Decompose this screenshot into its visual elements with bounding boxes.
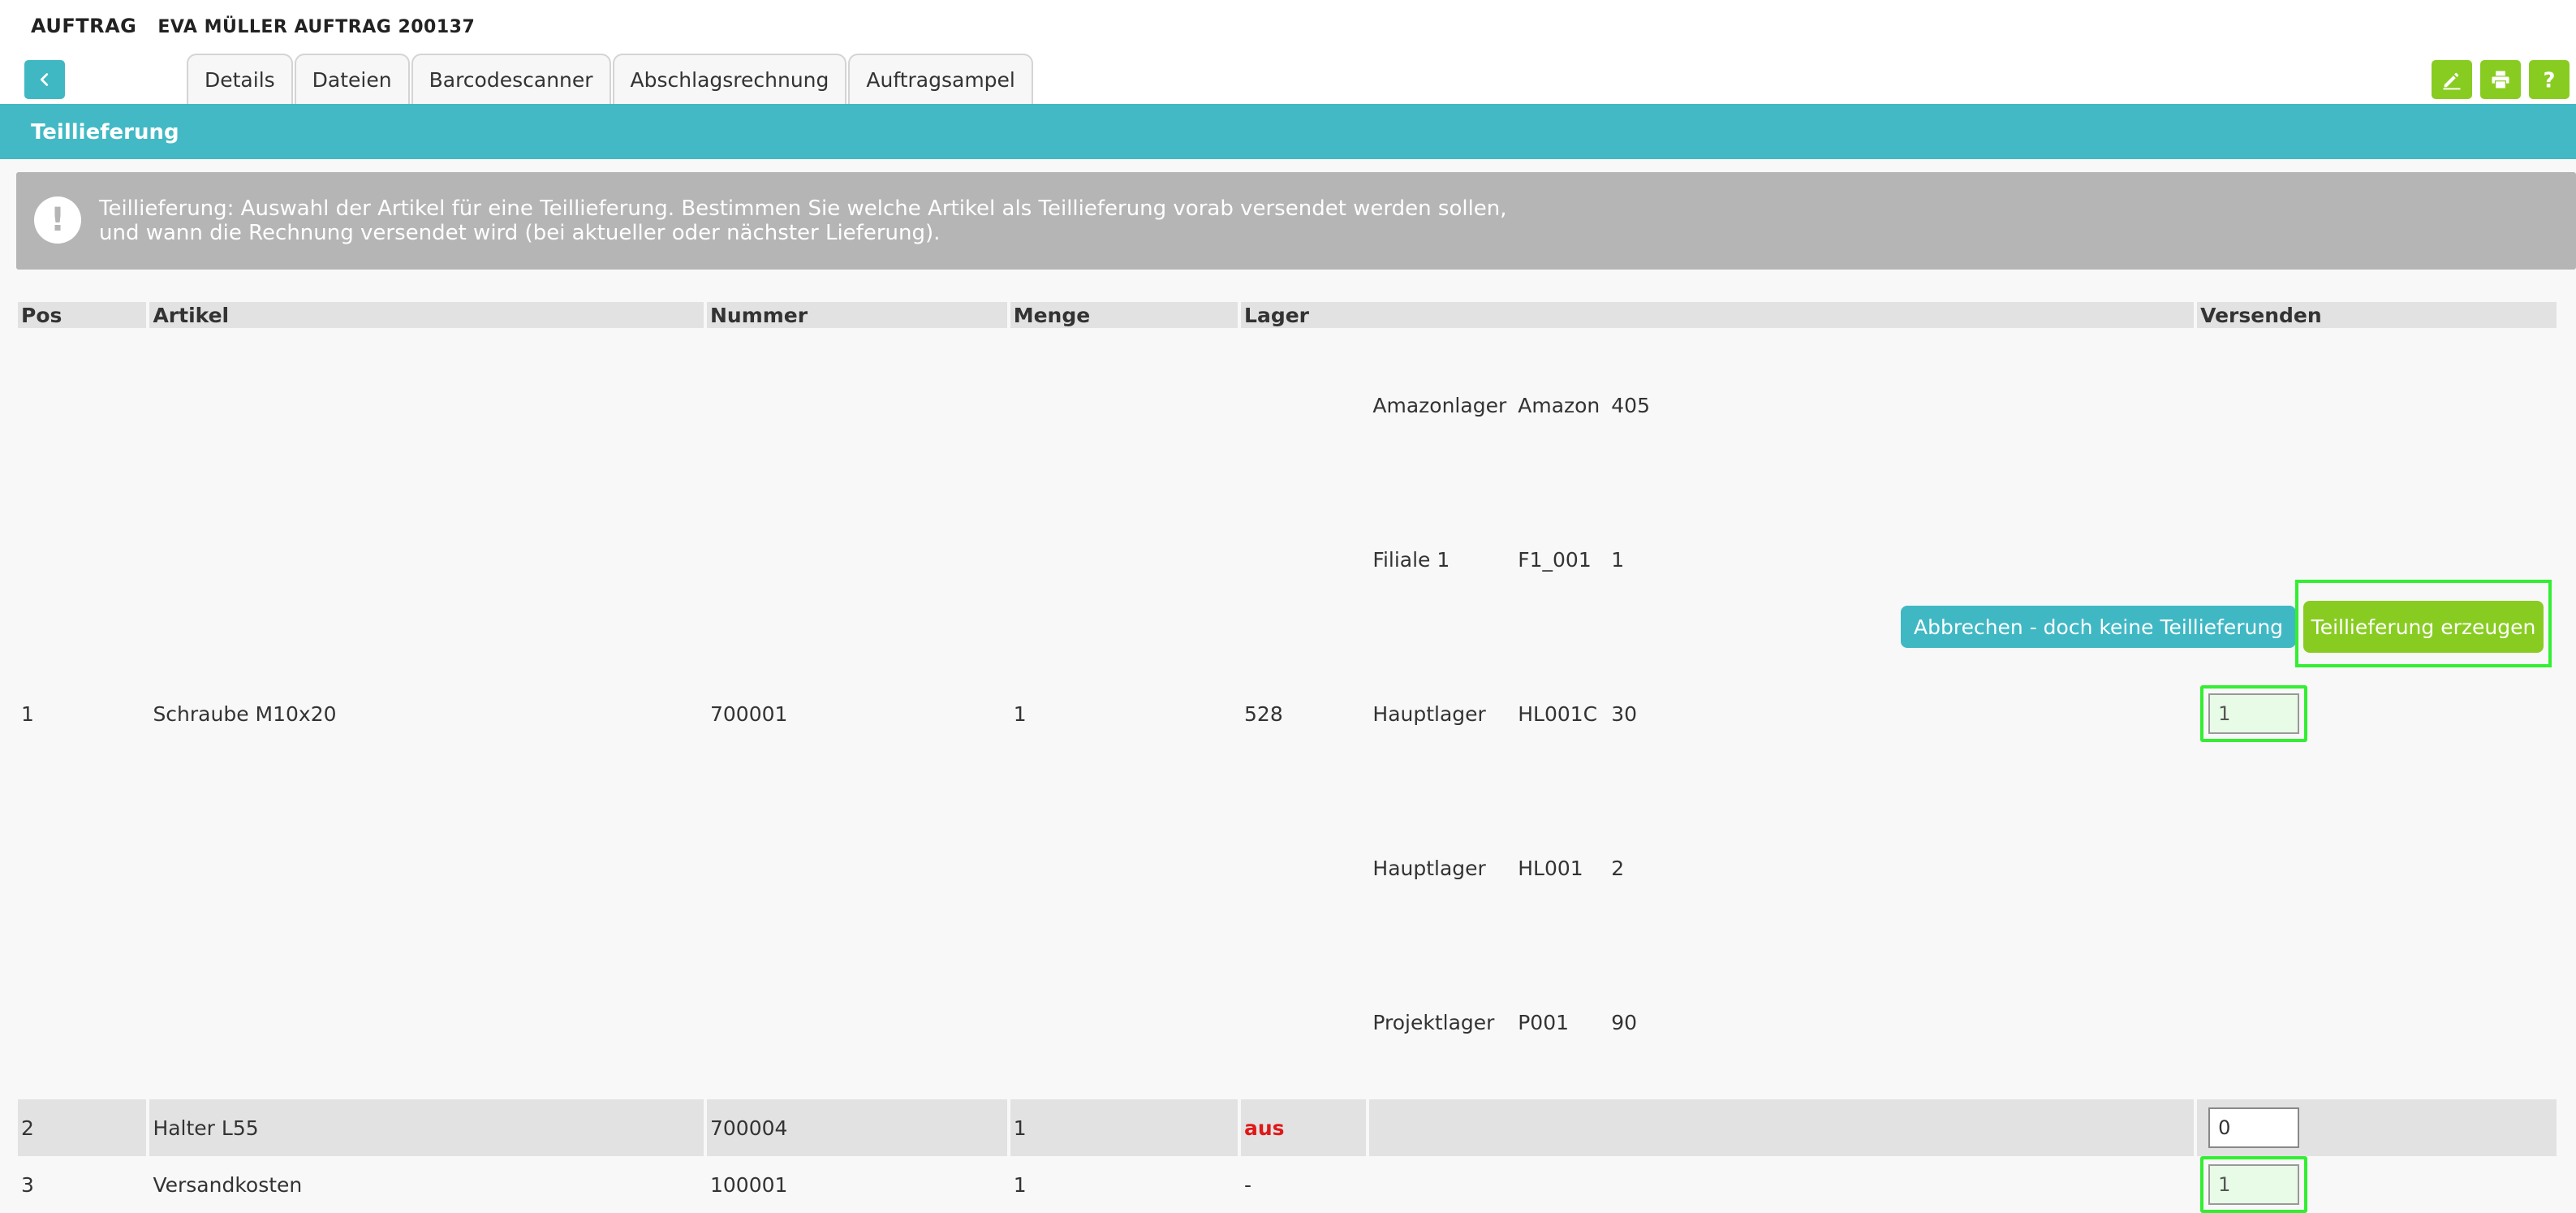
- stock-name: Filiale 1: [1372, 547, 1450, 572]
- info-text: Teillieferung: Auswahl der Artikel für e…: [99, 196, 1507, 245]
- stock-name: Hauptlager: [1372, 856, 1486, 880]
- pencil-icon: [2443, 72, 2461, 90]
- help-button[interactable]: ?: [2529, 60, 2570, 99]
- cell-lager: 528: [1241, 328, 1367, 1099]
- cancel-button[interactable]: Abbrechen - doch keine Teillieferung: [1901, 606, 2297, 648]
- tab-barcodescanner[interactable]: Barcodescanner: [411, 54, 611, 104]
- create-button-highlight: Teillieferung erzeugen: [2295, 580, 2552, 667]
- stock-qty: 405: [1611, 393, 1650, 417]
- tab-abschlagsrechnung[interactable]: Abschlagsrechnung: [612, 54, 847, 104]
- back-button[interactable]: [24, 60, 65, 99]
- versenden-input[interactable]: [2208, 1107, 2300, 1148]
- tab-details[interactable]: Details: [187, 54, 293, 104]
- stock-table: Amazonlager Amazon 405 Filiale 1 F1_001 1 Ha…: [1372, 328, 1661, 1099]
- cell-versenden: [2197, 1156, 2557, 1213]
- tab-bar: Details Dateien Barcodescanner Abschlags…: [187, 54, 1035, 104]
- cell-versenden: [2197, 1099, 2557, 1156]
- stock-code: F1_001: [1518, 547, 1592, 572]
- toolbar: ?: [2432, 60, 2570, 99]
- stock-row: Filiale 1 F1_001 1: [1372, 482, 1661, 637]
- cell-menge: 1: [1010, 328, 1238, 1099]
- info-line-2: und wann die Rechnung versendet wird (be…: [99, 221, 941, 245]
- stock-qty: 90: [1611, 1010, 1638, 1034]
- cell-menge: 1: [1010, 1099, 1238, 1156]
- exclamation-icon: !: [34, 196, 81, 244]
- col-versenden: Versenden: [2197, 302, 2557, 328]
- chevron-left-icon: [40, 73, 49, 86]
- svg-text:?: ?: [2544, 68, 2556, 91]
- stock-row: Hauptlager HL001 2: [1372, 791, 1661, 945]
- table-row: 3 Versandkosten 100001 1 -: [18, 1156, 2557, 1213]
- col-artikel: Artikel: [149, 302, 704, 328]
- stock-row: Amazonlager Amazon 405: [1372, 328, 1661, 482]
- stock-code: HL001: [1518, 856, 1583, 880]
- order-name: EVA MÜLLER AUFTRAG 200137: [157, 17, 476, 37]
- cell-nummer: 700001: [706, 328, 1007, 1099]
- cell-pos: 1: [18, 328, 147, 1099]
- print-button[interactable]: [2480, 60, 2521, 99]
- cell-artikel: Versandkosten: [149, 1156, 704, 1213]
- stock-code: HL001C: [1518, 701, 1598, 726]
- cell-pos: 3: [18, 1156, 147, 1213]
- help-icon: ?: [2544, 68, 2556, 91]
- tab-dateien[interactable]: Dateien: [294, 54, 410, 104]
- section-header: Teillieferung: [0, 104, 2576, 159]
- page-title-label: AUFTRAG: [31, 15, 137, 37]
- stock-code: P001: [1518, 1010, 1570, 1034]
- cell-stock-detail: [1369, 1099, 2195, 1156]
- cell-lager: aus: [1241, 1099, 1367, 1156]
- stock-code: Amazon: [1518, 393, 1600, 417]
- cell-artikel: Halter L55: [149, 1099, 704, 1156]
- quantity-highlight: [2200, 685, 2308, 742]
- printer-icon: [2492, 71, 2509, 88]
- versenden-input[interactable]: [2208, 693, 2300, 734]
- cell-pos: 2: [18, 1099, 147, 1156]
- table-row: 2 Halter L55 700004 1 aus: [18, 1099, 2557, 1156]
- cell-artikel: Schraube M10x20: [149, 328, 704, 1099]
- versenden-input[interactable]: [2208, 1164, 2300, 1205]
- table-row: 1 Schraube M10x20 700001 1 528 Amazonlag…: [18, 328, 2557, 1099]
- quantity-wrapper: [2200, 1099, 2307, 1156]
- page-title: AUFTRAG EVA MÜLLER AUFTRAG 200137: [31, 15, 475, 37]
- create-partial-delivery-button[interactable]: Teillieferung erzeugen: [2303, 601, 2544, 653]
- cell-versenden: [2197, 328, 2557, 1099]
- stock-name: Hauptlager: [1372, 701, 1486, 726]
- table-header-row: Pos Artikel Nummer Menge Lager Versenden: [18, 302, 2557, 328]
- col-nummer: Nummer: [706, 302, 1007, 328]
- items-table: Pos Artikel Nummer Menge Lager Versenden…: [15, 302, 2560, 1213]
- col-pos: Pos: [18, 302, 147, 328]
- col-menge: Menge: [1010, 302, 1238, 328]
- info-line-1: Teillieferung: Auswahl der Artikel für e…: [99, 196, 1507, 221]
- tab-auftragsampel[interactable]: Auftragsampel: [848, 54, 1033, 104]
- cell-menge: 1: [1010, 1156, 1238, 1213]
- info-box: ! Teillieferung: Auswahl der Artikel für…: [16, 172, 2576, 270]
- cell-stock-detail: Amazonlager Amazon 405 Filiale 1 F1_001 1 Ha…: [1369, 328, 2195, 1099]
- stock-name: Projektlager: [1372, 1010, 1495, 1034]
- stock-qty: 1: [1611, 547, 1625, 572]
- stock-qty: 2: [1611, 856, 1625, 880]
- edit-button[interactable]: [2432, 60, 2472, 99]
- cell-nummer: 100001: [706, 1156, 1007, 1213]
- cell-lager: -: [1241, 1156, 1367, 1213]
- stock-name: Amazonlager: [1372, 393, 1507, 417]
- cell-stock-detail: [1369, 1156, 2195, 1213]
- col-lager: Lager: [1241, 302, 2195, 328]
- stock-row: Hauptlager HL001C 30: [1372, 637, 1661, 791]
- section-title: Teillieferung: [31, 120, 179, 145]
- quantity-highlight: [2200, 1156, 2308, 1213]
- top-bar: AUFTRAG EVA MÜLLER AUFTRAG 200137 Details…: [0, 0, 2576, 104]
- cell-nummer: 700004: [706, 1099, 1007, 1156]
- stock-row: Projektlager P001 90: [1372, 945, 1661, 1099]
- stock-qty: 30: [1611, 701, 1638, 726]
